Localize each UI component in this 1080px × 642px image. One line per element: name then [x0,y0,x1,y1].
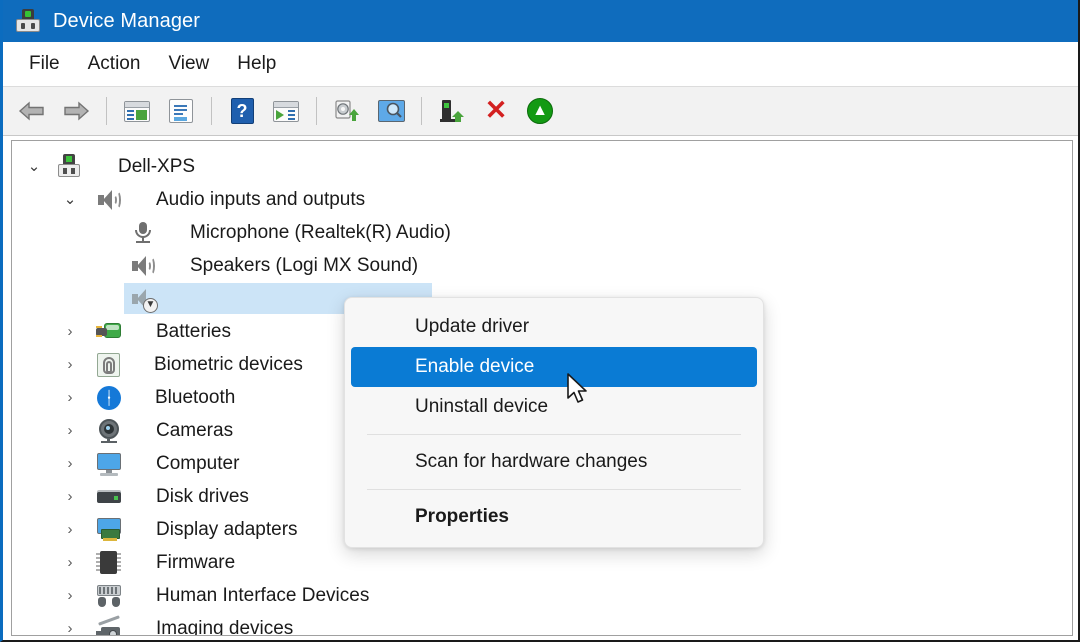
green-up-arrow-icon: ▲ [527,98,553,124]
device-manager-window: Device Manager File Action View Help ? ✕… [0,0,1080,642]
show-hide-console-tree-button[interactable] [116,91,158,131]
toolbar-separator [421,97,422,125]
tree-item-label: Cameras [156,420,234,441]
enable-device-button[interactable]: ▲ [519,91,561,131]
tree-item-label: Microphone (Realtek(R) Audio) [190,222,451,243]
chevron-right-icon[interactable]: › [62,423,78,438]
microphone-icon [130,220,156,246]
context-menu-item-properties[interactable]: Properties [351,497,757,537]
tree-item-label: Human Interface Devices [156,585,370,606]
context-menu-separator [367,489,741,490]
imaging-scanner-icon [96,614,122,635]
chevron-right-icon[interactable]: › [62,588,78,603]
tree-item-microphone-realtek[interactable]: Microphone (Realtek(R) Audio) [12,216,1072,249]
battery-icon [96,319,122,345]
tree-item-label: Audio inputs and outputs [156,189,366,210]
monitor-icon [96,451,122,477]
properties-document-icon [169,99,193,123]
speaker-icon [96,187,122,213]
bluetooth-icon: ᚽ [97,385,121,410]
chevron-right-icon[interactable]: › [62,621,78,635]
context-menu-item-update-driver[interactable]: Update driver [351,307,757,347]
toolbar-separator [211,97,212,125]
disk-drive-icon [96,484,122,510]
tree-item-label: Dell-XPS [118,156,196,177]
tree-item-label: Speakers (Logi MX Sound) [190,255,419,276]
help-button[interactable]: ? [221,91,263,131]
chevron-right-icon[interactable]: › [62,522,78,537]
title-bar: Device Manager [3,0,1078,42]
menu-action[interactable]: Action [74,49,155,79]
scan-monitor-icon [377,100,405,122]
tree-item-speakers-logi-mx-sound[interactable]: Speakers (Logi MX Sound) [12,249,1072,282]
disabled-badge-icon: ▼ [143,297,158,313]
tree-item-firmware[interactable]: › Firmware [12,546,1072,579]
menu-view[interactable]: View [154,49,223,79]
camera-icon [96,418,122,444]
console-tree-icon [124,100,150,122]
chevron-down-icon[interactable]: ⌄ [26,159,42,174]
context-menu-item-uninstall-device[interactable]: Uninstall device [351,387,757,427]
fingerprint-icon [97,352,120,377]
device-manager-icon [15,8,41,34]
back-arrow-icon [18,100,46,122]
speaker-icon [130,253,156,279]
help-question-icon: ? [230,98,254,124]
firmware-chip-icon [96,550,122,576]
menu-bar: File Action View Help [3,42,1078,86]
chevron-right-icon[interactable]: › [62,555,78,570]
tree-item-label: Display adapters [156,519,298,540]
device-green-badge-icon [439,99,465,123]
tree-item-label: Disk drives [156,486,249,507]
context-menu-separator [367,434,741,435]
back-button[interactable] [11,91,53,131]
chevron-right-icon[interactable]: › [62,324,78,339]
menu-file[interactable]: File [25,49,74,79]
uninstall-device-button[interactable]: ✕ [475,91,517,131]
toolbar: ? ✕ ▲ [3,86,1078,136]
context-menu-item-enable-device[interactable]: Enable device [351,347,757,387]
keyboard-mouse-icon [96,583,122,609]
speaker-disabled-icon: ▼ [130,286,158,313]
forward-button[interactable] [55,91,97,131]
toolbar-separator [106,97,107,125]
tree-item-label: Bluetooth [155,387,236,408]
chevron-right-icon[interactable]: › [62,456,78,471]
display-adapter-icon [96,517,122,543]
menu-help[interactable]: Help [223,49,290,79]
chevron-down-icon[interactable]: ⌄ [62,192,78,207]
window-title: Device Manager [53,9,201,32]
device-context-menu: Update driver Enable device Uninstall de… [344,297,764,548]
properties-button[interactable] [160,91,202,131]
update-driver-gear-icon [333,99,361,123]
tree-item-audio-inputs-and-outputs[interactable]: ⌄ Audio inputs and outputs [12,183,1072,216]
chevron-right-icon[interactable]: › [62,390,78,405]
scan-for-hardware-changes-button[interactable] [370,91,412,131]
tree-item-label: Firmware [156,552,236,573]
toolbar-separator [316,97,317,125]
tree-item-label: Batteries [156,321,231,342]
tree-item-label: Biometric devices [154,354,303,375]
tree-item-label: Computer [156,453,240,474]
tree-item-imaging-devices[interactable]: › Imaging devices [12,612,1072,636]
tree-item-dell-xps[interactable]: ⌄ Dell-XPS [12,150,1072,183]
red-x-icon: ✕ [484,95,508,125]
mouse-pointer-arrow [566,373,592,407]
tree-item-label: Imaging devices [156,618,294,636]
context-menu-item-scan-for-hardware-changes[interactable]: Scan for hardware changes [351,442,757,482]
action-pane-icon [273,100,299,122]
chevron-right-icon[interactable]: › [62,357,78,372]
computer-device-icon [57,153,83,180]
forward-arrow-icon [62,100,90,122]
tree-item-human-interface-devices[interactable]: › Human Interface Devices [12,579,1072,612]
chevron-right-icon[interactable]: › [62,489,78,504]
update-driver-button[interactable] [326,91,368,131]
disable-device-button[interactable] [431,91,473,131]
show-hide-action-pane-button[interactable] [265,91,307,131]
